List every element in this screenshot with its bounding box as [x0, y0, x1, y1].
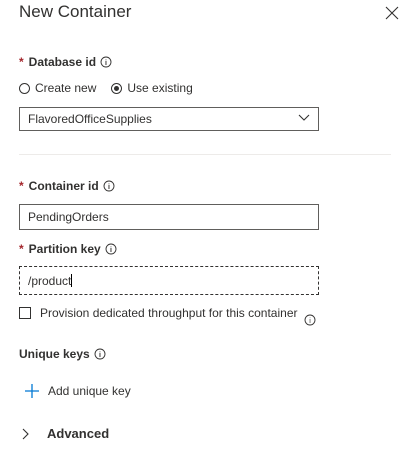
use-existing-label[interactable]: Use existing — [127, 81, 192, 95]
unique-keys-label: Unique keys i — [19, 347, 106, 361]
text-caret — [71, 274, 73, 287]
close-icon[interactable] — [384, 5, 400, 21]
svg-text:i: i — [309, 318, 311, 325]
svg-text:i: i — [108, 184, 110, 191]
info-icon[interactable]: i — [103, 180, 115, 192]
add-unique-key-button[interactable]: Add unique key — [25, 384, 131, 398]
advanced-label: Advanced — [47, 426, 110, 441]
section-divider — [19, 154, 391, 155]
use-existing-radio[interactable] — [111, 82, 123, 94]
add-unique-key-label: Add unique key — [48, 384, 131, 398]
partition-key-label: * Partition key i — [19, 242, 117, 256]
svg-text:i: i — [105, 60, 107, 67]
required-marker: * — [19, 55, 24, 69]
container-id-label: * Container id i — [19, 179, 115, 193]
database-id-label: * Database id i — [19, 55, 112, 69]
info-icon[interactable]: i — [105, 243, 117, 255]
svg-text:i: i — [110, 247, 112, 254]
info-icon[interactable]: i — [94, 348, 106, 360]
info-icon[interactable]: i — [100, 56, 112, 68]
dedicated-throughput-checkbox[interactable] — [19, 307, 31, 319]
database-select-value: FlavoredOfficeSupplies — [28, 112, 152, 126]
panel-title: New Container — [19, 2, 132, 21]
database-select[interactable]: FlavoredOfficeSupplies — [19, 107, 319, 131]
required-marker: * — [19, 242, 24, 256]
chevron-down-icon — [298, 114, 310, 121]
info-icon[interactable]: i — [304, 314, 316, 326]
advanced-expander[interactable]: Advanced — [19, 426, 109, 441]
dedicated-throughput-row: Provision dedicated throughput for this … — [19, 306, 316, 326]
chevron-right-icon — [22, 428, 29, 439]
svg-text:i: i — [99, 352, 101, 359]
dedicated-throughput-label[interactable]: Provision dedicated throughput for this … — [40, 306, 298, 320]
add-icon — [25, 384, 39, 398]
database-mode-radio-group: Create new Use existing — [19, 81, 208, 95]
container-id-input[interactable]: PendingOrders — [19, 204, 319, 230]
create-new-radio[interactable] — [19, 82, 30, 94]
partition-key-input[interactable]: /product — [19, 266, 319, 295]
create-new-label[interactable]: Create new — [35, 81, 96, 95]
required-marker: * — [19, 179, 24, 193]
